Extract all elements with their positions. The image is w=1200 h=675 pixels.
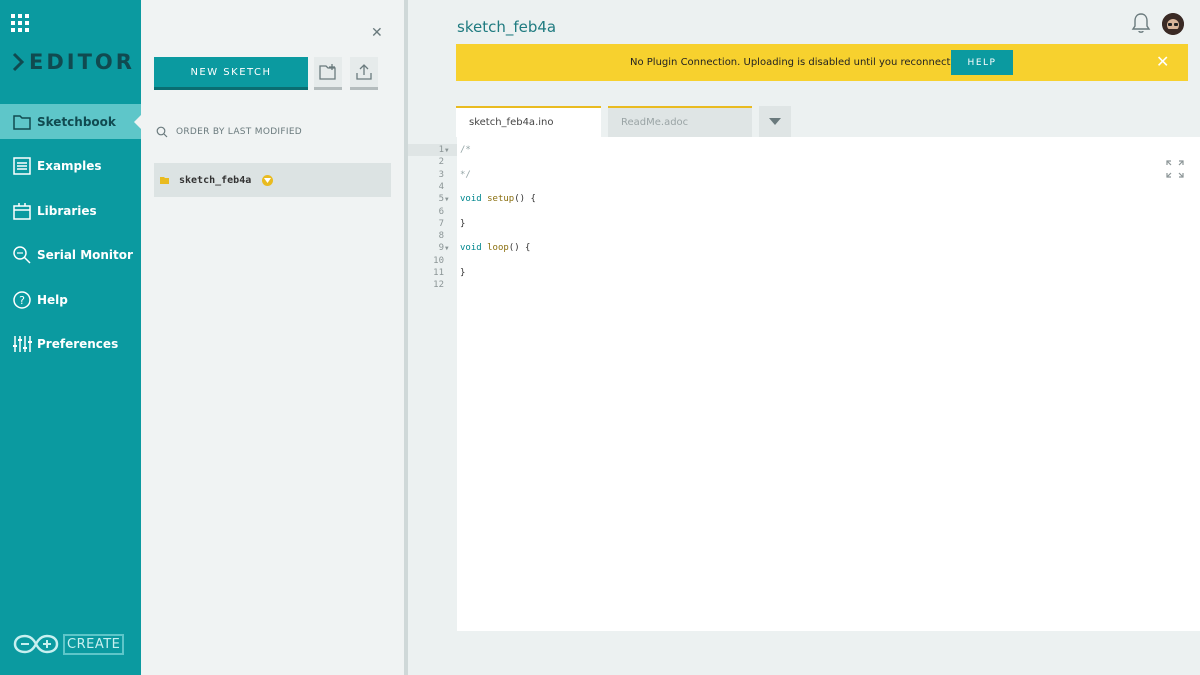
infinity-logo-icon (13, 634, 59, 654)
line-number: 2 (438, 157, 444, 168)
close-panel-icon[interactable]: ✕ (371, 25, 383, 41)
sketch-title: sketch_feb4a (457, 18, 557, 36)
list-icon (13, 156, 31, 175)
close-icon[interactable]: ✕ (1156, 52, 1169, 71)
tab-readme[interactable]: ReadMe.adoc (608, 106, 752, 137)
code-text: void loop() { (460, 243, 531, 254)
tab-sketch-ino[interactable]: sketch_feb4a.ino (456, 106, 601, 137)
line-number: 9 (438, 243, 444, 254)
import-button[interactable] (350, 57, 378, 90)
code-line: 7} (408, 219, 1200, 231)
line-number: 1 (438, 145, 444, 155)
code-line: 2 (408, 157, 1200, 169)
line-number: 4 (438, 181, 444, 192)
order-by-sort[interactable]: ORDER BY LAST MODIFIED (156, 126, 302, 138)
line-number: 8 (438, 231, 444, 242)
bell-icon[interactable] (1131, 12, 1151, 34)
help-button[interactable]: HELP (951, 50, 1013, 75)
sketch-list-item[interactable]: sketch_feb4a (154, 163, 391, 197)
nav-item-libraries[interactable]: Libraries (0, 193, 141, 228)
code-line: 12 (408, 280, 1200, 292)
code-text: } (460, 218, 466, 229)
nav-item-examples[interactable]: Examples (0, 148, 141, 183)
search-icon (156, 126, 168, 138)
app-name: EDITOR (29, 50, 135, 74)
nav-item-preferences[interactable]: Preferences (0, 326, 141, 361)
nav-item-sketchbook[interactable]: Sketchbook (0, 104, 141, 139)
new-sketch-button[interactable]: NEW SKETCH (154, 57, 308, 90)
code-line: 11} (408, 268, 1200, 280)
code-line: 8 (408, 231, 1200, 243)
sketch-name: sketch_feb4a (179, 174, 252, 186)
nav-item-label: Libraries (37, 203, 97, 218)
line-number: 3 (438, 169, 444, 180)
editor-main: sketch_feb4a No Plugin Connection. Uploa… (408, 0, 1200, 675)
code-line: 4 (408, 182, 1200, 194)
app-brand: EDITOR (11, 49, 135, 75)
tab-menu-button[interactable] (759, 106, 791, 137)
new-folder-button[interactable] (314, 57, 342, 90)
logo-create-text: CREATE (63, 633, 125, 655)
code-text: /* (460, 145, 471, 155)
sketchbook-panel: ✕ NEW SKETCH ORDER BY LAST MODIFIED sket… (141, 0, 404, 675)
user-avatar[interactable] (1162, 13, 1184, 35)
chevron-right-icon (12, 52, 25, 72)
code-line: 9 ▼ void loop() { (408, 243, 1200, 255)
svg-text:?: ? (19, 294, 25, 307)
order-label: ORDER BY LAST MODIFIED (176, 127, 303, 137)
sketch-menu-icon[interactable] (262, 174, 273, 186)
arduino-create-logo: CREATE (13, 633, 125, 655)
sketch-file-icon (160, 176, 169, 184)
nav-item-label: Sketchbook (37, 114, 116, 129)
nav-item-label: Serial Monitor (37, 247, 133, 262)
nav-item-label: Preferences (37, 336, 119, 351)
expand-icon[interactable] (1165, 159, 1185, 179)
code-line: 5 ▼ void setup() { (408, 194, 1200, 206)
help-icon: ? (13, 290, 31, 309)
fold-toggle-icon[interactable]: ▼ (445, 196, 449, 203)
code-line: 6 (408, 207, 1200, 219)
code-text: void setup() { (460, 194, 536, 205)
new-folder-icon (319, 64, 336, 80)
nav-item-label: Examples (37, 158, 102, 173)
line-number: 10 (433, 255, 444, 266)
plugin-warning-banner: No Plugin Connection. Uploading is disab… (456, 44, 1188, 81)
line-number: 11 (433, 268, 444, 278)
nav-item-help[interactable]: ? Help (0, 282, 141, 317)
fold-toggle-icon[interactable]: ▼ (445, 245, 449, 252)
folder-icon (13, 114, 31, 130)
code-line: 1 ▼ /* (408, 144, 1200, 157)
apps-grid-icon[interactable] (11, 14, 29, 32)
nav-item-serial-monitor[interactable]: Serial Monitor (0, 237, 141, 272)
banner-message: No Plugin Connection. Uploading is disab… (630, 57, 954, 68)
sliders-icon (13, 335, 32, 352)
code-text: } (460, 268, 466, 278)
upload-icon (356, 64, 372, 80)
code-line: 10 (408, 256, 1200, 268)
library-icon (13, 202, 31, 220)
code-text: */ (460, 169, 471, 180)
code-line: 3 */ (408, 170, 1200, 182)
line-number: 7 (438, 218, 444, 229)
main-nav: EDITOR Sketchbook Examples Libraries Ser… (0, 0, 141, 675)
line-number: 12 (433, 280, 444, 291)
code-editor[interactable]: 1 ▼/* 2 3 */4 5 ▼ void setup() {6 7} 8 9 ▼ void loop… (408, 137, 1200, 631)
nav-item-label: Help (37, 292, 68, 307)
line-number: 5 (438, 194, 444, 205)
fold-toggle-icon[interactable]: ▼ (445, 147, 449, 154)
arduino-create-editor: EDITOR Sketchbook Examples Libraries Ser… (0, 0, 1200, 675)
caret-down-icon (769, 118, 781, 125)
line-number: 6 (438, 206, 444, 217)
magnifier-icon (13, 245, 31, 264)
